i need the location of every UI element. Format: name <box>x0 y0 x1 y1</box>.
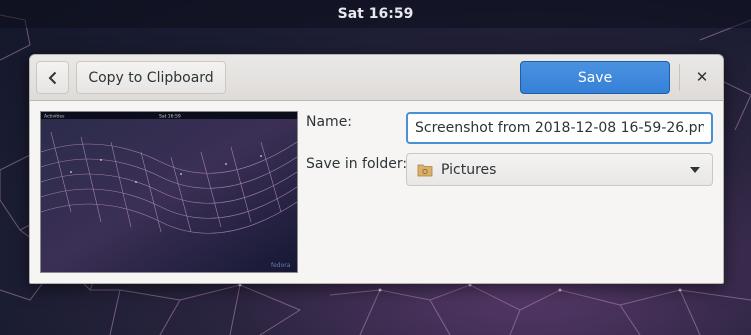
preview-watermark: fedora <box>271 262 291 269</box>
chevron-left-icon <box>48 71 56 84</box>
folder-dropdown[interactable]: Pictures <box>406 153 713 186</box>
filename-input[interactable] <box>406 112 713 144</box>
save-button[interactable]: Save <box>520 61 670 94</box>
chevron-down-icon <box>690 167 700 173</box>
screenshot-save-dialog: Copy to Clipboard Save ✕ Activities Sat … <box>29 54 724 284</box>
copy-to-clipboard-button[interactable]: Copy to Clipboard <box>76 61 226 94</box>
pictures-folder-icon <box>417 164 433 176</box>
top-bar: Sat 16:59 <box>0 0 751 28</box>
clock[interactable]: Sat 16:59 <box>338 6 414 22</box>
header-separator <box>679 64 680 91</box>
screenshot-preview: Activities Sat 16:59 fedora <box>40 111 298 273</box>
save-in-folder-label: Save in folder: <box>306 156 408 172</box>
close-button[interactable]: ✕ <box>688 63 716 91</box>
name-label: Name: <box>306 114 353 130</box>
preview-activities: Activities <box>44 114 65 120</box>
close-icon: ✕ <box>695 68 709 86</box>
preview-clock: Sat 16:59 <box>159 114 181 120</box>
folder-value: Pictures <box>441 161 497 178</box>
back-button[interactable] <box>36 61 69 94</box>
header-bar: Copy to Clipboard Save ✕ <box>30 55 723 101</box>
